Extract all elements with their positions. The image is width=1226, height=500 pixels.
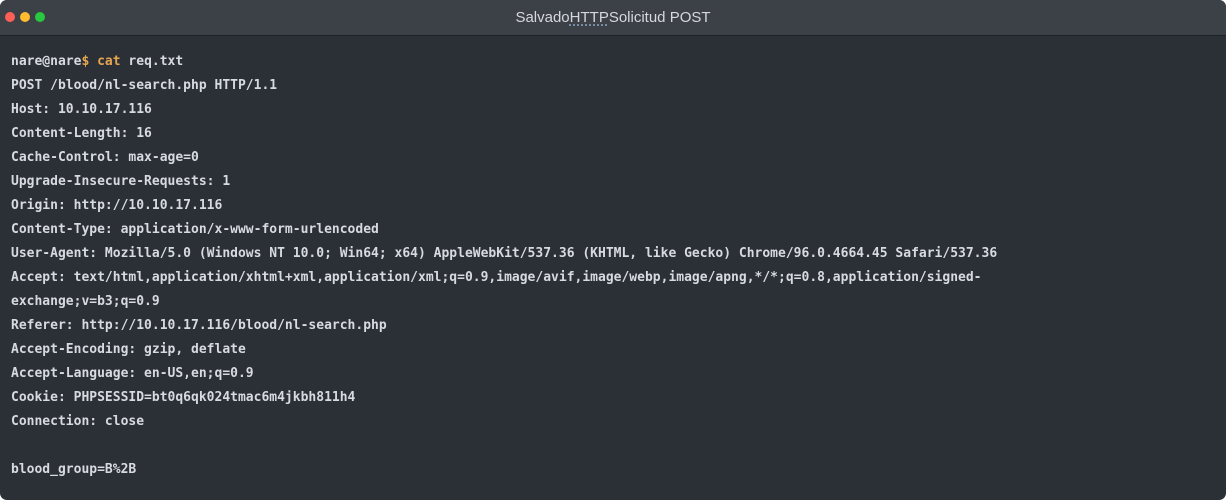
output-line: Cookie: PHPSESSID=bt0q6qk024tmac6m4jkbh8…: [11, 390, 356, 405]
output-line: Accept: text/html,application/xhtml+xml,…: [11, 270, 982, 285]
output-line: Connection: close: [11, 414, 145, 429]
output-line: exchange;v=b3;q=0.9: [11, 294, 160, 309]
output-line: Accept-Language: en-US,en;q=0.9: [11, 366, 254, 381]
title-bar: SalvadoHTTPSolicitud POST: [0, 0, 1226, 36]
prompt-user: nare@nare: [11, 54, 82, 69]
output-line: Referer: http://10.10.17.116/blood/nl-se…: [11, 318, 387, 333]
window-title-part2: HTTP: [569, 9, 609, 26]
prompt-command-arg: req.txt: [128, 54, 184, 69]
prompt-line: nare@nare$ cat req.txt: [11, 50, 1216, 74]
window-title: SalvadoHTTPSolicitud POST: [0, 0, 1226, 36]
output-line: Accept-Encoding: gzip, deflate: [11, 342, 246, 357]
window-title-part1: Salvado: [515, 9, 570, 26]
prompt-symbol: $: [81, 54, 90, 69]
terminal-window: SalvadoHTTPSolicitud POST nare@nare$ cat…: [0, 0, 1226, 500]
window-title-part3: Solicitud POST: [608, 9, 711, 26]
output-line: Cache-Control: max-age=0: [11, 150, 199, 165]
prompt-command: cat: [97, 54, 121, 69]
output-line: blood_group=B%2B: [11, 462, 137, 477]
output-line: Origin: http://10.10.17.116: [11, 198, 223, 213]
output-line: Upgrade-Insecure-Requests: 1: [11, 174, 231, 189]
output-line: Content-Length: 16: [11, 126, 152, 141]
output-line: Content-Type: application/x-www-form-url…: [11, 222, 379, 237]
terminal-output[interactable]: nare@nare$ cat req.txt POST /blood/nl-se…: [11, 50, 1216, 482]
output-line: POST /blood/nl-search.php HTTP/1.1: [11, 78, 278, 93]
output-line: User-Agent: Mozilla/5.0 (Windows NT 10.0…: [11, 246, 998, 261]
output-line: Host: 10.10.17.116: [11, 102, 152, 117]
